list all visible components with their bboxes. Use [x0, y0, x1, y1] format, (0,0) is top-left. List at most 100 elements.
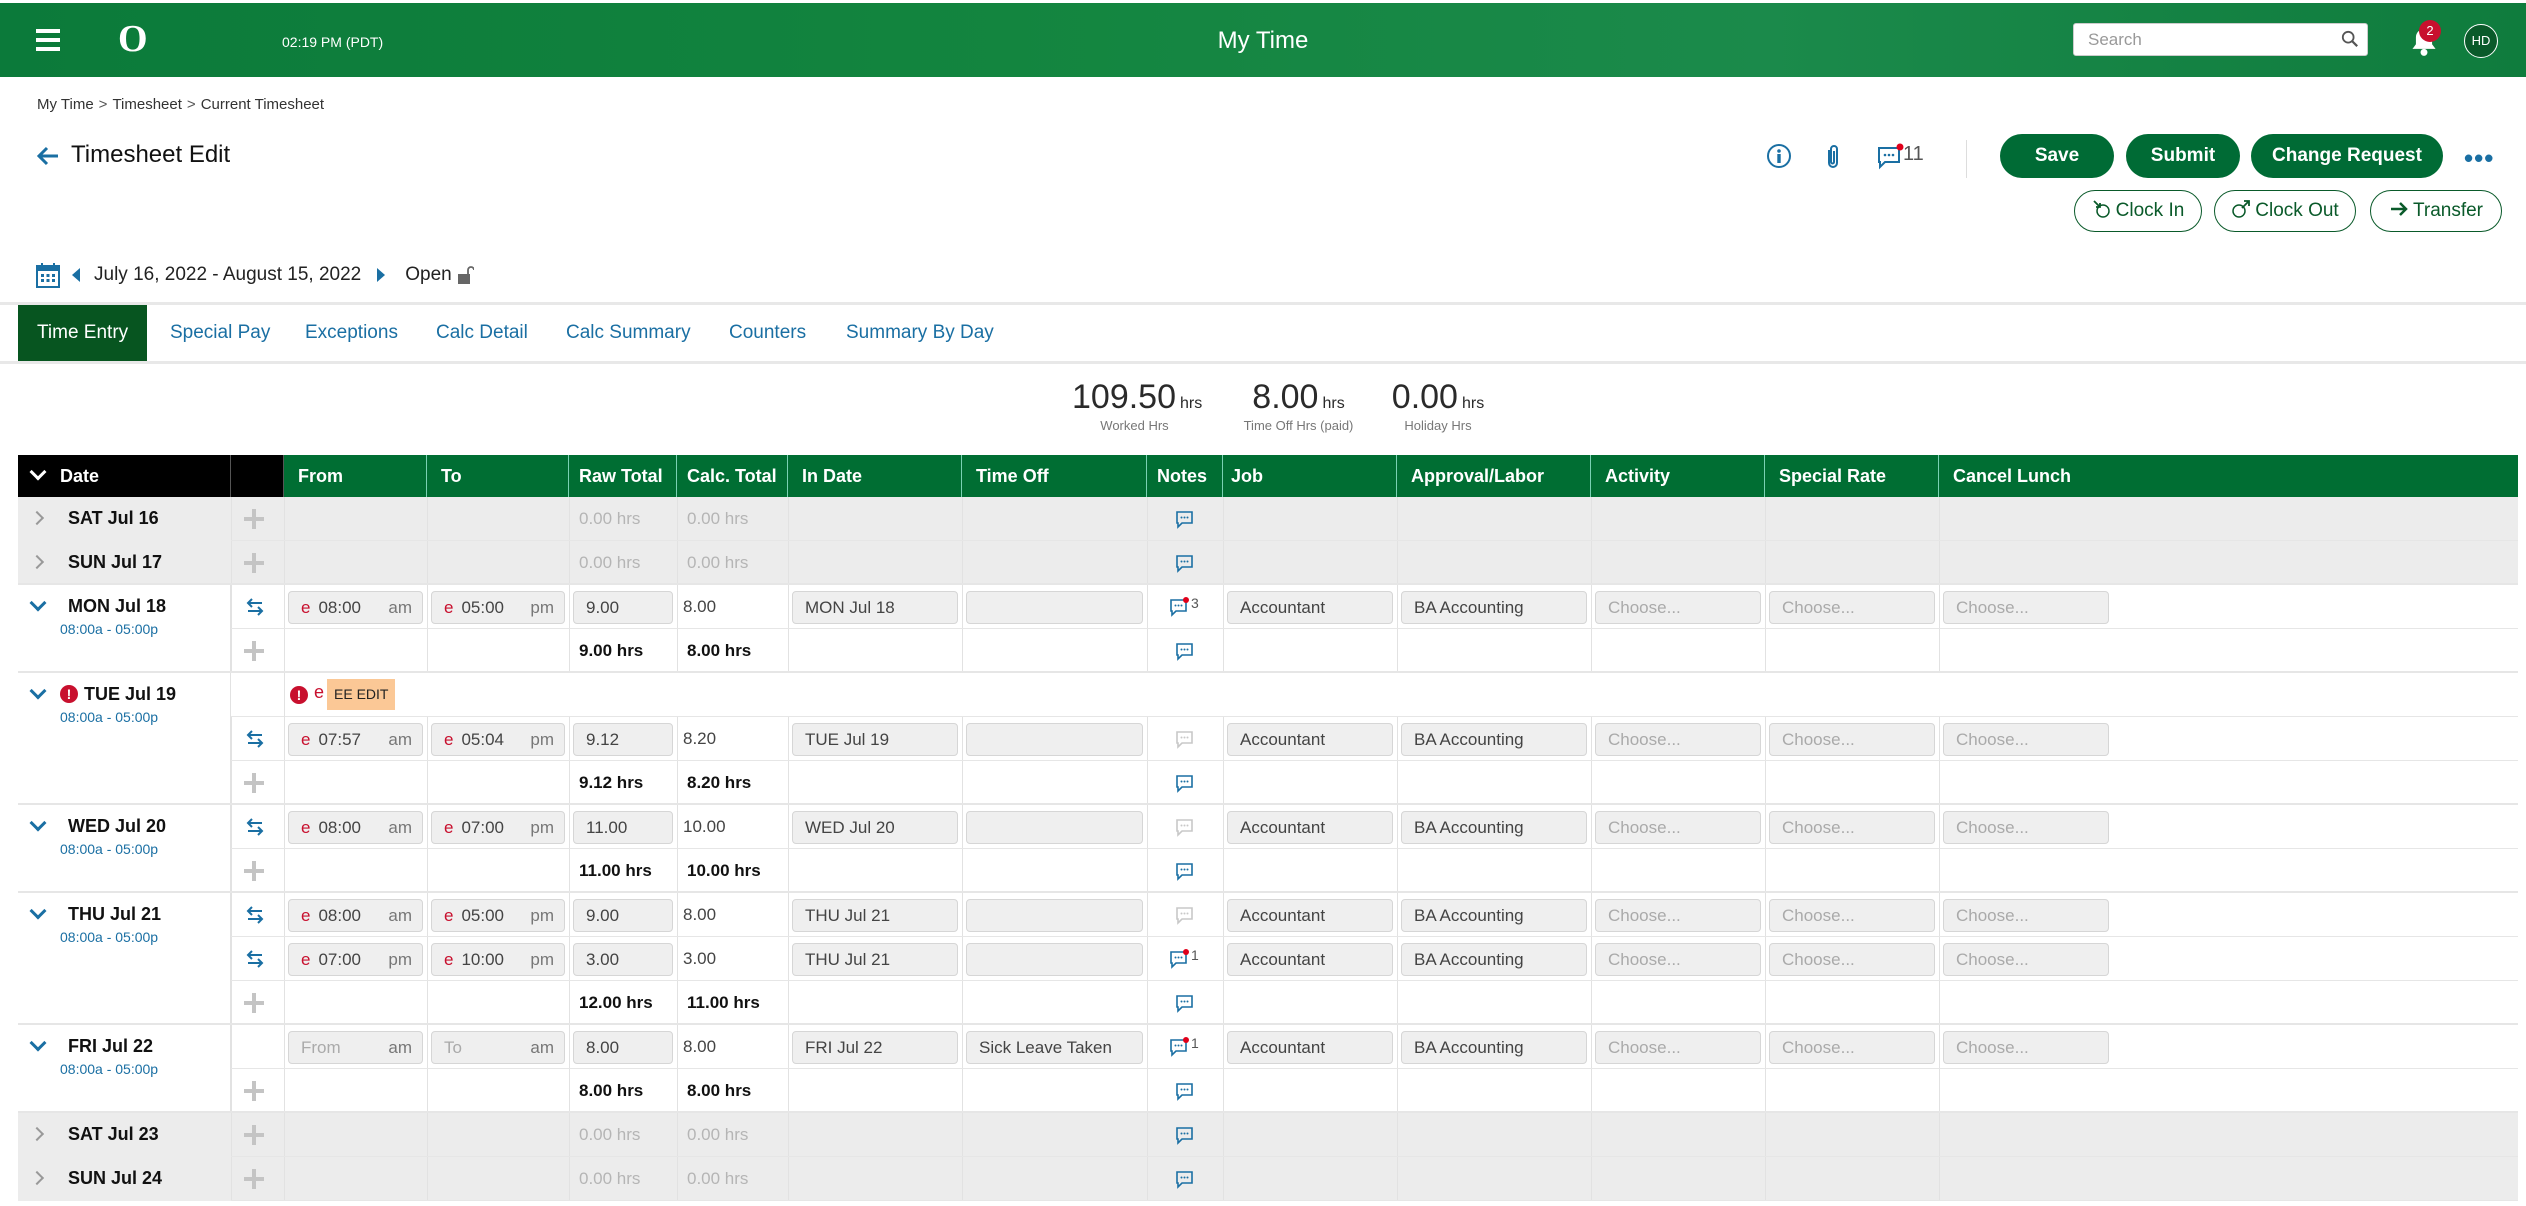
day-schedule[interactable]: 08:00a - 05:00p — [60, 621, 158, 637]
expand-chevron-icon[interactable] — [29, 510, 45, 526]
notes-icon[interactable] — [1175, 1125, 1195, 1147]
breadcrumb-my-time[interactable]: My Time — [37, 96, 94, 113]
raw-total-input[interactable]: 9.00 — [573, 899, 673, 932]
activity-select[interactable]: Choose... — [1595, 899, 1761, 932]
transfer-swap-icon[interactable] — [244, 905, 266, 925]
raw-total-input[interactable]: 11.00 — [573, 811, 673, 844]
change-request-button[interactable]: Change Request — [2251, 134, 2443, 178]
transfer-swap-icon[interactable] — [244, 729, 266, 749]
to-time-input[interactable]: e 05:04 pm — [431, 723, 565, 756]
notes-icon[interactable] — [1169, 1037, 1189, 1059]
raw-total-input[interactable]: 8.00 — [573, 1031, 673, 1064]
collapse-chevron-icon[interactable] — [29, 1034, 47, 1052]
time-off-select[interactable] — [966, 591, 1143, 624]
breadcrumb-timesheet[interactable]: Timesheet — [112, 96, 181, 113]
to-time-input[interactable]: e 05:00 pm — [431, 899, 565, 932]
activity-select[interactable]: Choose... — [1595, 1031, 1761, 1064]
from-time-input[interactable]: e 08:00 am — [288, 899, 423, 932]
tab-calc-detail[interactable]: Calc Detail — [417, 305, 547, 361]
info-icon[interactable] — [1766, 143, 1792, 169]
add-entry-icon[interactable] — [244, 773, 264, 793]
add-entry-icon[interactable] — [244, 553, 264, 573]
from-time-input[interactable]: e 08:00 am — [288, 811, 423, 844]
notes-icon[interactable] — [1175, 509, 1195, 531]
job-select[interactable]: Accountant — [1227, 943, 1393, 976]
add-entry-icon[interactable] — [244, 1125, 264, 1145]
in-date-input[interactable]: TUE Jul 19 — [792, 723, 958, 756]
collapse-chevron-icon[interactable] — [29, 902, 47, 920]
time-off-select[interactable] — [966, 723, 1143, 756]
raw-total-input[interactable]: 9.00 — [573, 591, 673, 624]
activity-select[interactable]: Choose... — [1595, 943, 1761, 976]
to-time-input[interactable]: e 10:00 pm — [431, 943, 565, 976]
add-entry-icon[interactable] — [244, 1169, 264, 1189]
previous-period-icon[interactable] — [72, 268, 80, 282]
approval-labor-select[interactable]: BA Accounting — [1401, 811, 1587, 844]
notes-icon[interactable] — [1175, 1081, 1195, 1103]
attachment-icon[interactable] — [1822, 143, 1844, 171]
from-time-input[interactable]: From am — [288, 1031, 423, 1064]
avatar[interactable]: HD — [2464, 24, 2498, 58]
add-entry-icon[interactable] — [244, 509, 264, 529]
special-rate-select[interactable]: Choose... — [1769, 943, 1935, 976]
notes-icon[interactable] — [1175, 1169, 1195, 1191]
special-rate-select[interactable]: Choose... — [1769, 811, 1935, 844]
tab-counters[interactable]: Counters — [710, 305, 825, 361]
job-select[interactable]: Accountant — [1227, 899, 1393, 932]
time-off-select[interactable]: Sick Leave Taken — [966, 1031, 1143, 1064]
add-entry-icon[interactable] — [244, 993, 264, 1013]
notes-icon[interactable] — [1175, 553, 1195, 575]
in-date-input[interactable]: FRI Jul 22 — [792, 1031, 958, 1064]
job-select[interactable]: Accountant — [1227, 1031, 1393, 1064]
to-time-input[interactable]: e 05:00 pm — [431, 591, 565, 624]
to-time-input[interactable]: e 07:00 pm — [431, 811, 565, 844]
add-entry-icon[interactable] — [244, 861, 264, 881]
tab-summary-by-day[interactable]: Summary By Day — [827, 305, 1013, 361]
transfer-swap-icon[interactable] — [244, 597, 266, 617]
time-off-select[interactable] — [966, 943, 1143, 976]
day-schedule[interactable]: 08:00a - 05:00p — [60, 841, 158, 857]
in-date-input[interactable]: THU Jul 21 — [792, 899, 958, 932]
add-entry-icon[interactable] — [244, 1081, 264, 1101]
in-date-input[interactable]: WED Jul 20 — [792, 811, 958, 844]
next-period-icon[interactable] — [377, 268, 386, 282]
exception-badge[interactable]: EE EDIT — [327, 679, 396, 710]
job-select[interactable]: Accountant — [1227, 591, 1393, 624]
clock-in-button[interactable]: Clock In — [2074, 190, 2202, 232]
notes-icon[interactable] — [1169, 597, 1189, 619]
activity-select[interactable]: Choose... — [1595, 723, 1761, 756]
day-schedule[interactable]: 08:00a - 05:00p — [60, 929, 158, 945]
cancel-lunch-select[interactable]: Choose... — [1943, 591, 2109, 624]
expand-chevron-icon[interactable] — [29, 1126, 45, 1142]
expand-chevron-icon[interactable] — [29, 1170, 45, 1186]
collapse-all-icon[interactable] — [29, 463, 47, 481]
transfer-button[interactable]: Transfer — [2370, 190, 2502, 232]
collapse-chevron-icon[interactable] — [29, 594, 47, 612]
special-rate-select[interactable]: Choose... — [1769, 1031, 1935, 1064]
approval-labor-select[interactable]: BA Accounting — [1401, 591, 1587, 624]
calendar-icon[interactable] — [36, 262, 60, 288]
special-rate-select[interactable]: Choose... — [1769, 723, 1935, 756]
approval-labor-select[interactable]: BA Accounting — [1401, 943, 1587, 976]
special-rate-select[interactable]: Choose... — [1769, 899, 1935, 932]
notes-icon[interactable] — [1175, 861, 1195, 883]
submit-button[interactable]: Submit — [2126, 134, 2240, 178]
to-time-input[interactable]: To am — [431, 1031, 565, 1064]
cancel-lunch-select[interactable]: Choose... — [1943, 811, 2109, 844]
tab-time-entry[interactable]: Time Entry — [18, 305, 148, 361]
tab-exceptions[interactable]: Exceptions — [286, 305, 417, 361]
time-off-select[interactable] — [966, 899, 1143, 932]
search-input[interactable] — [2074, 24, 2324, 55]
raw-total-input[interactable]: 9.12 — [573, 723, 673, 756]
from-time-input[interactable]: e 07:00 pm — [288, 943, 423, 976]
comments-icon[interactable] — [1876, 143, 1906, 173]
notes-icon[interactable] — [1169, 949, 1189, 971]
day-schedule[interactable]: 08:00a - 05:00p — [60, 1061, 158, 1077]
cancel-lunch-select[interactable]: Choose... — [1943, 1031, 2109, 1064]
activity-select[interactable]: Choose... — [1595, 591, 1761, 624]
notes-icon[interactable] — [1175, 905, 1195, 927]
cancel-lunch-select[interactable]: Choose... — [1943, 723, 2109, 756]
notes-icon[interactable] — [1175, 641, 1195, 663]
special-rate-select[interactable]: Choose... — [1769, 591, 1935, 624]
column-header-date[interactable]: Date — [18, 455, 231, 497]
